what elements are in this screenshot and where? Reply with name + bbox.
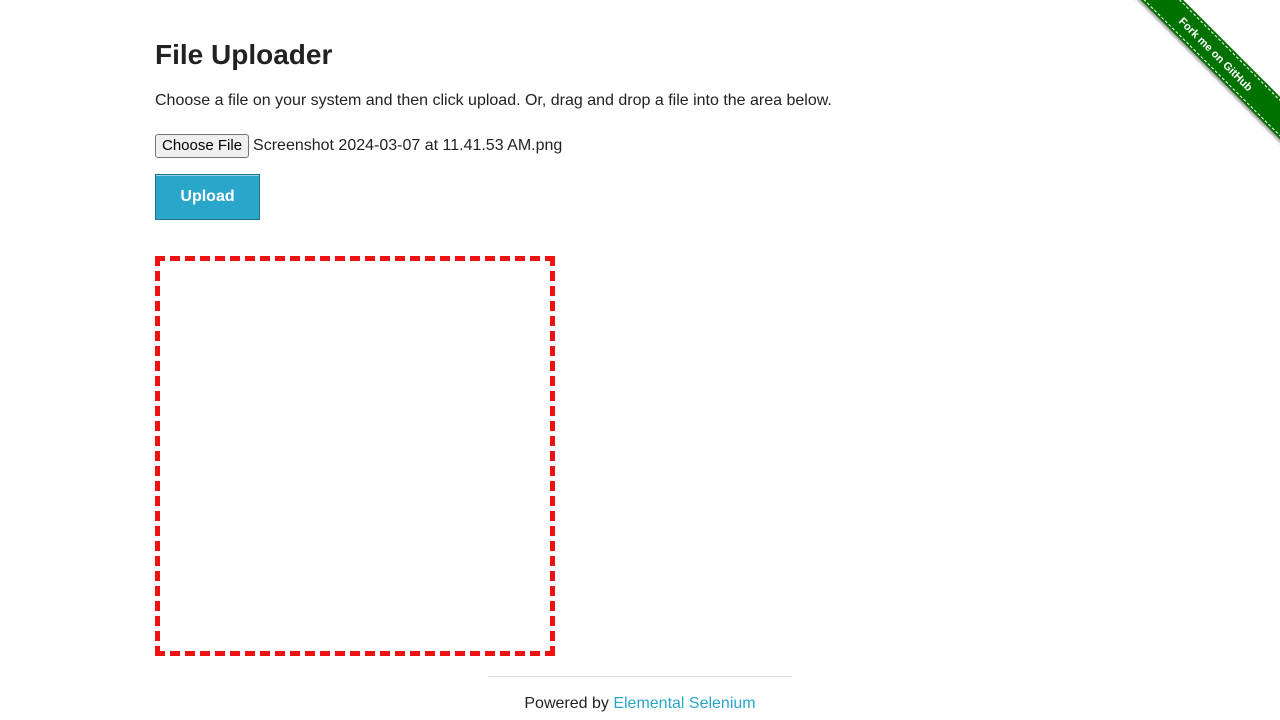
upload-button[interactable]: Upload: [155, 174, 260, 220]
file-input[interactable]: Choose File Screenshot 2024-03-07 at 11.…: [155, 134, 562, 158]
footer: Powered by Elemental Selenium: [488, 694, 792, 714]
page-title: File Uploader: [155, 39, 333, 70]
elemental-selenium-link[interactable]: Elemental Selenium: [613, 695, 755, 712]
choose-file-button[interactable]: Choose File: [155, 134, 250, 158]
footer-divider: [488, 676, 792, 677]
selected-file-name: Screenshot 2024-03-07 at 11.41.53 AM.png: [253, 137, 563, 154]
instructions-text: Choose a file on your system and then cl…: [155, 92, 832, 109]
drag-drop-upload-area[interactable]: [155, 256, 555, 656]
fork-me-on-github-ribbon[interactable]: Fork me on GitHub: [1130, 0, 1280, 141]
github-ribbon-container: Fork me on GitHub: [1130, 0, 1280, 150]
footer-prefix: Powered by: [524, 695, 614, 712]
page: File Uploader Choose a file on your syst…: [0, 0, 1280, 720]
